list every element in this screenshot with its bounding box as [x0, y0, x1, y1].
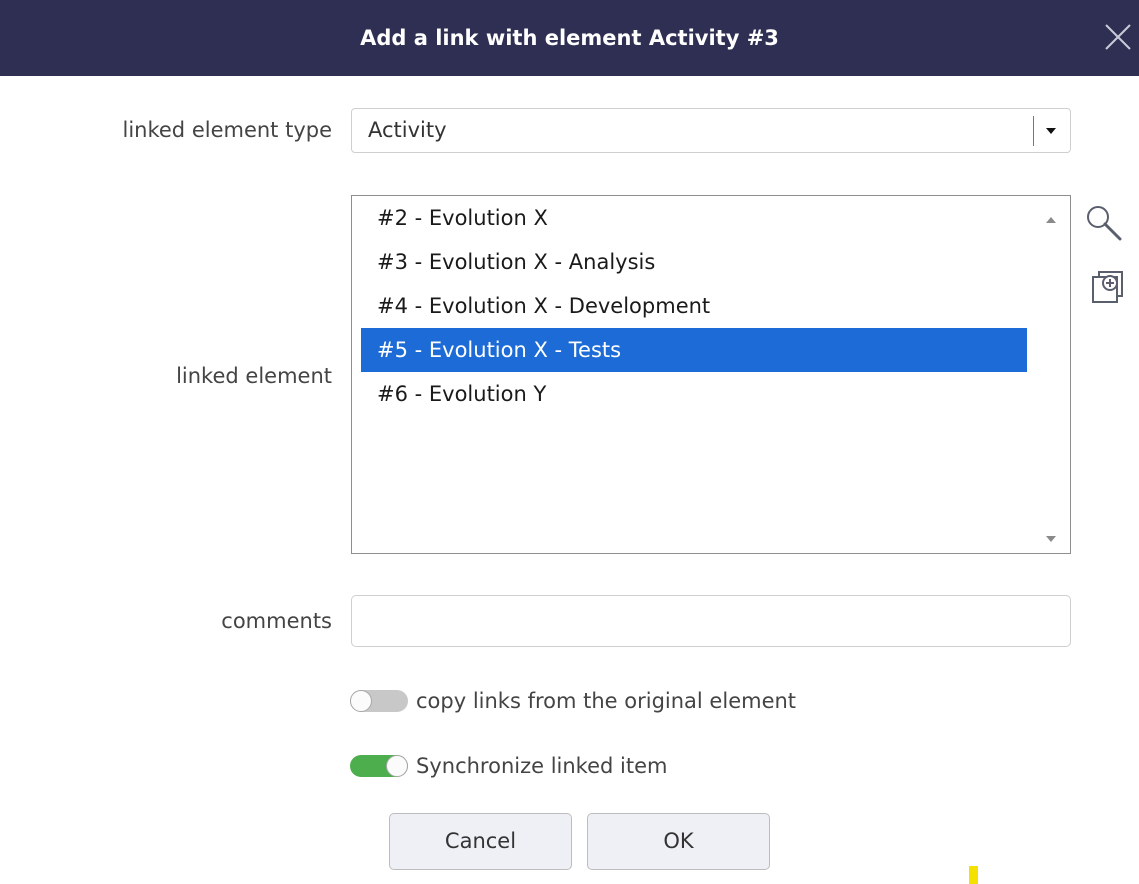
list-item[interactable]: #5 - Evolution X - Tests [361, 328, 1027, 372]
linked-element-label: linked element [176, 364, 332, 388]
list-item[interactable]: #3 - Evolution X - Analysis [361, 240, 1027, 284]
linked-element-listbox[interactable]: #2 - Evolution X #3 - Evolution X - Analy… [351, 195, 1071, 554]
ok-button[interactable]: OK [587, 813, 770, 870]
add-element-icon[interactable] [1088, 268, 1128, 308]
synchronize-toggle[interactable] [350, 755, 408, 777]
comments-label: comments [221, 609, 332, 633]
toggle-knob [350, 690, 372, 712]
dialog-header: Add a link with element Activity #3 [0, 0, 1139, 76]
linked-element-type-select[interactable]: Activity [351, 108, 1071, 153]
listbox-items: #2 - Evolution X #3 - Evolution X - Analy… [361, 196, 1027, 416]
scroll-down-icon[interactable] [1044, 529, 1058, 542]
dialog-title: Add a link with element Activity #3 [360, 26, 779, 50]
synchronize-row: Synchronize linked item [350, 751, 667, 781]
add-link-dialog: Add a link with element Activity #3 link… [0, 0, 1139, 884]
copy-links-label: copy links from the original element [416, 689, 797, 713]
list-item[interactable]: #6 - Evolution Y [361, 372, 1027, 416]
linked-element-type-value: Activity [368, 118, 447, 142]
scroll-up-icon[interactable] [1044, 210, 1058, 223]
comments-input[interactable] [351, 595, 1071, 647]
chevron-down-icon[interactable] [1041, 123, 1061, 139]
copy-links-row: copy links from the original element [350, 686, 796, 716]
list-item[interactable]: #2 - Evolution X [361, 196, 1027, 240]
toggle-knob [386, 755, 408, 777]
highlight-marker [969, 866, 978, 884]
list-item[interactable]: #4 - Evolution X - Development [361, 284, 1027, 328]
search-icon[interactable] [1084, 203, 1124, 243]
linked-element-type-label: linked element type [122, 118, 333, 142]
copy-links-toggle[interactable] [350, 690, 408, 712]
synchronize-label: Synchronize linked item [416, 754, 668, 778]
close-icon[interactable] [1103, 22, 1133, 52]
cancel-button[interactable]: Cancel [389, 813, 572, 870]
select-divider [1033, 116, 1034, 146]
